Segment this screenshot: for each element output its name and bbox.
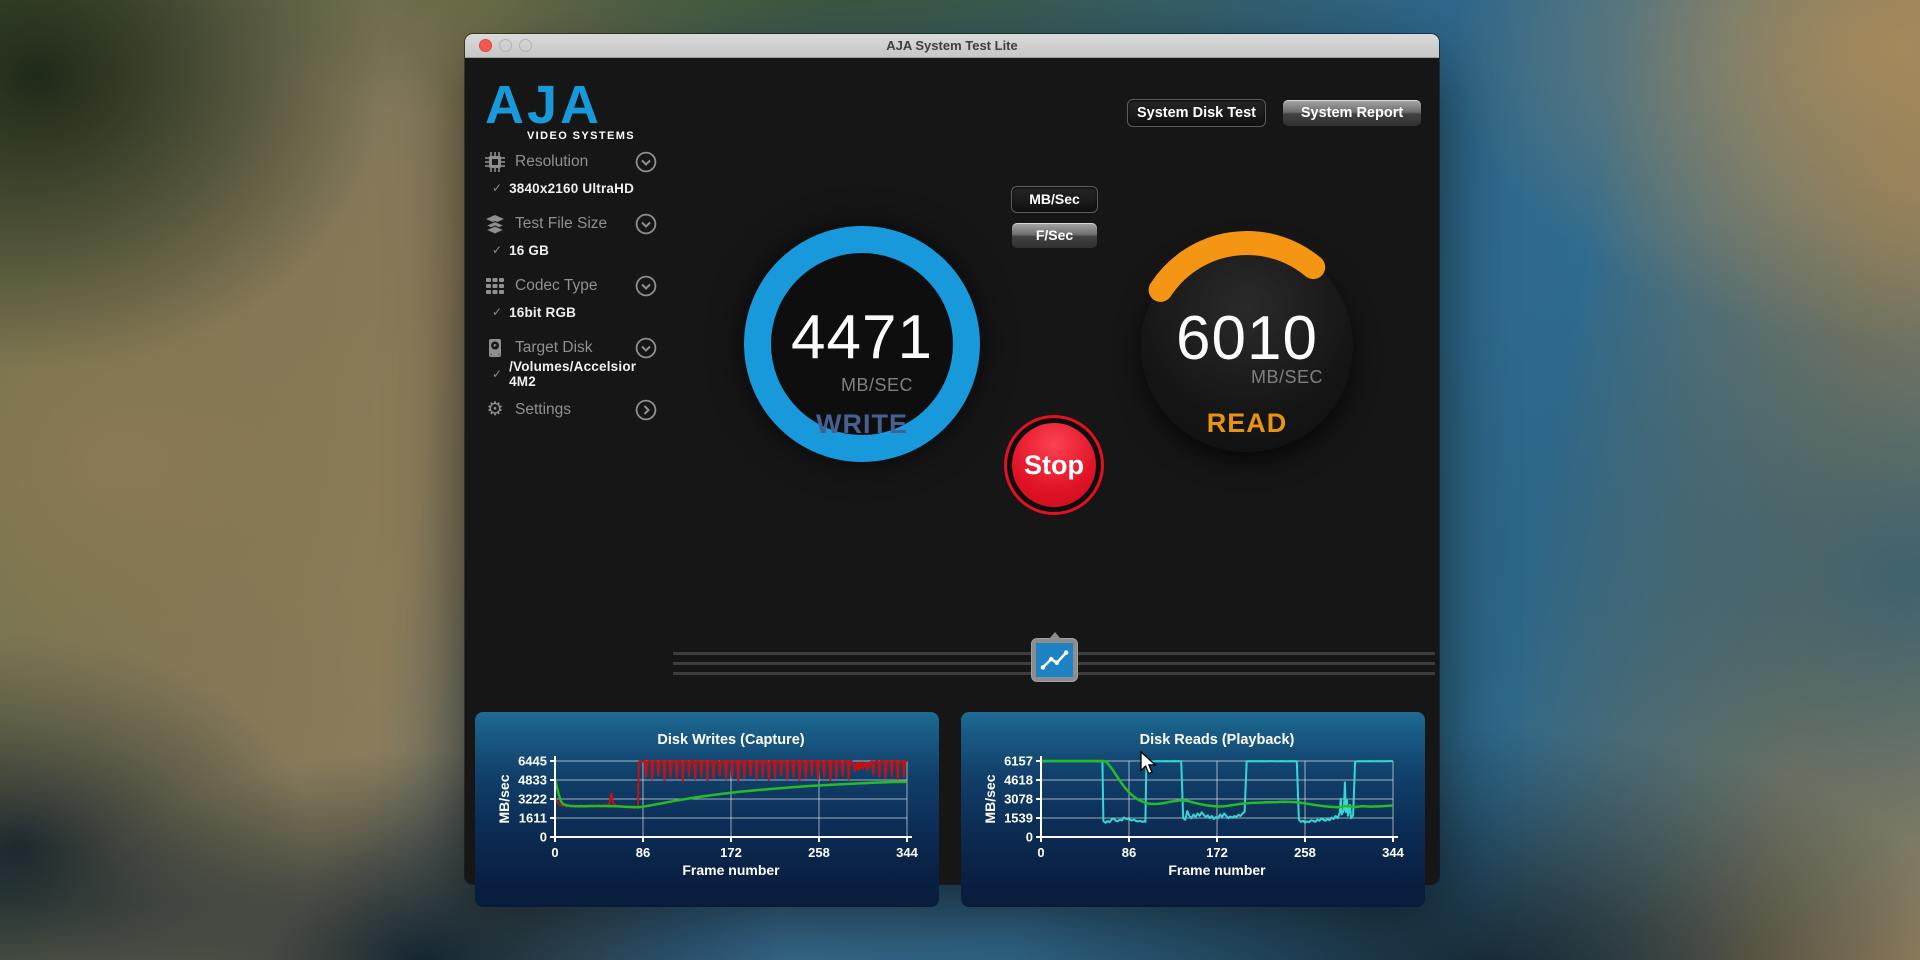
disk-writes-chart-panel: 0 1611 3222 4833 6445 0 86 172 258 344 Disk Writes… (475, 712, 939, 907)
check-icon: ✓ (492, 367, 502, 381)
window-title: AJA System Test Lite (465, 34, 1439, 57)
read-speed-unit: MB/SEC (1251, 367, 1323, 388)
write-gauge-label: WRITE (771, 409, 953, 440)
stop-button[interactable]: Stop (1004, 415, 1104, 515)
sidebar-item-label: Test File Size (515, 215, 607, 233)
grid-icon (485, 276, 505, 296)
sidebar-item-label: Codec Type (515, 277, 597, 295)
svg-text:4618: 4618 (1004, 772, 1033, 787)
sidebar-value-text: 3840x2160 UltraHD (509, 181, 634, 196)
svg-text:1611: 1611 (519, 811, 547, 826)
sidebar-value-target-disk[interactable]: ✓ /Volumes/Accelsior 4M2 (492, 365, 657, 383)
svg-text:4833: 4833 (518, 773, 547, 788)
window-titlebar[interactable]: AJA System Test Lite (465, 34, 1439, 58)
desktop-wallpaper: AJA System Test Lite AJA VIDEO SYSTEMS S… (0, 0, 1920, 960)
sidebar-value-text: 16 GB (509, 243, 549, 258)
svg-text:0: 0 (540, 830, 547, 845)
svg-text:3222: 3222 (518, 792, 547, 807)
sidebar-value-text: 16bit RGB (509, 305, 576, 320)
svg-text:172: 172 (1206, 845, 1228, 860)
sidebar-item-label: Resolution (515, 153, 588, 171)
svg-text:3078: 3078 (1004, 792, 1033, 807)
chevron-right-icon[interactable] (635, 399, 657, 421)
graph-toggle-button[interactable] (1031, 638, 1078, 682)
check-icon: ✓ (492, 305, 502, 319)
svg-text:258: 258 (808, 845, 830, 860)
svg-text:1539: 1539 (1004, 811, 1033, 826)
stop-button-label: Stop (1012, 423, 1096, 507)
sidebar-item-settings[interactable]: ⚙ Settings (485, 397, 657, 423)
svg-text:Frame number: Frame number (682, 862, 780, 878)
svg-text:0: 0 (551, 845, 558, 860)
disk-reads-chart-panel: 0 1539 3078 4618 6157 0 86 172 258 344 Disk Reads … (961, 712, 1425, 907)
sidebar-group-settings: ⚙ Settings (485, 397, 657, 423)
sidebar-group-codec-type: Codec Type ✓ 16bit RGB (485, 273, 657, 321)
svg-text:6445: 6445 (518, 754, 547, 769)
check-icon: ✓ (492, 243, 502, 257)
system-report-button[interactable]: System Report (1282, 99, 1422, 127)
chevron-down-icon[interactable] (635, 275, 657, 297)
svg-text:6157: 6157 (1004, 754, 1033, 769)
read-speed-value: 6010 (1127, 303, 1367, 374)
sidebar-value-resolution[interactable]: ✓ 3840x2160 UltraHD (492, 179, 657, 197)
line-chart-icon (1036, 643, 1073, 677)
svg-text:86: 86 (1122, 845, 1136, 860)
svg-text:172: 172 (720, 845, 742, 860)
svg-text:344: 344 (1382, 845, 1404, 860)
write-speed-unit: MB/SEC (841, 375, 913, 396)
chevron-down-icon[interactable] (635, 151, 657, 173)
chip-icon (485, 152, 505, 172)
sidebar-group-target-disk: Target Disk ✓ /Volumes/Accelsior 4M2 (485, 335, 657, 383)
sidebar-value-text: /Volumes/Accelsior 4M2 (509, 359, 657, 389)
chevron-down-icon[interactable] (635, 213, 657, 235)
aja-logo-text: AJA (485, 82, 635, 128)
f-sec-toggle-button[interactable]: F/Sec (1011, 222, 1098, 249)
sidebar-item-resolution[interactable]: Resolution (485, 149, 657, 175)
sidebar-item-target-disk[interactable]: Target Disk (485, 335, 657, 361)
svg-text:0: 0 (1037, 845, 1044, 860)
disk-reads-chart: 0 1539 3078 4618 6157 0 86 172 258 344 Disk Reads … (961, 712, 1425, 907)
read-speed-gauge: 6010 MB/SEC READ (1127, 226, 1367, 466)
app-window: AJA System Test Lite AJA VIDEO SYSTEMS S… (465, 34, 1439, 884)
sidebar: Resolution ✓ 3840x2160 UltraHD (485, 149, 657, 423)
layers-icon (485, 214, 505, 234)
sidebar-value-codec-type[interactable]: ✓ 16bit RGB (492, 303, 657, 321)
write-speed-value: 4471 (771, 302, 953, 373)
sidebar-group-resolution: Resolution ✓ 3840x2160 UltraHD (485, 149, 657, 197)
chevron-down-icon[interactable] (635, 337, 657, 359)
svg-text:258: 258 (1294, 845, 1316, 860)
sidebar-item-label: Settings (515, 401, 571, 419)
sidebar-group-test-file-size: Test File Size ✓ 16 GB (485, 211, 657, 259)
svg-text:Disk Writes (Capture): Disk Writes (Capture) (657, 732, 804, 748)
svg-text:0: 0 (1026, 830, 1033, 845)
write-speed-gauge: 4471 MB/SEC WRITE (744, 226, 980, 462)
read-gauge-label: READ (1127, 408, 1367, 439)
disk-icon (485, 338, 505, 358)
aja-logo: AJA VIDEO SYSTEMS (485, 82, 635, 142)
svg-text:344: 344 (896, 845, 918, 860)
svg-text:MB/sec: MB/sec (496, 774, 512, 823)
system-disk-test-button[interactable]: System Disk Test (1127, 99, 1266, 127)
disk-writes-chart: 0 1611 3222 4833 6445 0 86 172 258 344 Disk Writes… (475, 712, 939, 907)
sidebar-value-test-file-size[interactable]: ✓ 16 GB (492, 241, 657, 259)
sidebar-item-label: Target Disk (515, 339, 593, 357)
svg-text:Frame number: Frame number (1168, 862, 1266, 878)
sidebar-item-codec-type[interactable]: Codec Type (485, 273, 657, 299)
window-content: AJA VIDEO SYSTEMS System Disk Test Syste… (465, 58, 1439, 884)
gear-icon: ⚙ (485, 400, 505, 420)
svg-text:Disk Reads (Playback): Disk Reads (Playback) (1140, 732, 1295, 748)
svg-text:86: 86 (636, 845, 650, 860)
mb-sec-toggle-button[interactable]: MB/Sec (1011, 186, 1098, 213)
check-icon: ✓ (492, 181, 502, 195)
svg-text:MB/sec: MB/sec (982, 774, 998, 823)
sidebar-item-test-file-size[interactable]: Test File Size (485, 211, 657, 237)
